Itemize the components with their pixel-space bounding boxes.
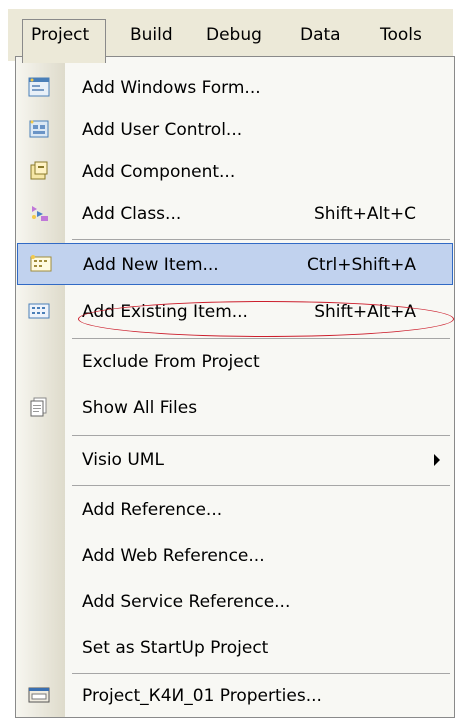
menu-item-label: Add Existing Item...: [82, 302, 248, 322]
windows-form-icon: [28, 77, 50, 97]
menu-item-set-as-startup-project[interactable]: Set as StartUp Project: [16, 627, 454, 669]
menu-debug[interactable]: Debug: [198, 21, 270, 49]
menu-item-label: Exclude From Project: [82, 352, 260, 372]
menu-item-label: Add Service Reference...: [82, 592, 291, 612]
menu-item-label: Add Class...: [82, 204, 182, 224]
menu-item-label: Add Windows Form...: [82, 78, 261, 98]
menu-item-shortcut: Ctrl+Shift+A: [306, 255, 416, 275]
user-control-icon: [28, 119, 50, 139]
class-icon: [28, 203, 50, 223]
menu-item-shortcut: Shift+Alt+C: [313, 204, 416, 224]
menu-item-add-class[interactable]: Add Class... Shift+Alt+C: [16, 193, 454, 235]
menu-item-label: Add User Control...: [82, 120, 243, 140]
menu-item-label: Add Reference...: [82, 500, 223, 520]
properties-icon: [28, 685, 50, 705]
menu-item-shortcut: Shift+Alt+A: [314, 302, 416, 322]
submenu-arrow-icon: [434, 454, 440, 466]
menu-item-add-existing-item[interactable]: Add Existing Item... Shift+Alt+A: [16, 291, 454, 333]
menu-item-project-properties[interactable]: Project_К4И_01 Properties...: [16, 675, 454, 717]
menu-item-add-reference[interactable]: Add Reference...: [16, 489, 454, 531]
menu-item-show-all-files[interactable]: Show All Files: [16, 387, 454, 429]
menu-bar: Project Build Debug Data Tools: [8, 8, 453, 63]
menu-item-add-component[interactable]: Add Component...: [16, 151, 454, 193]
screenshot-frame: Project Build Debug Data Tools Add Windo…: [0, 0, 455, 720]
menu-build[interactable]: Build: [122, 21, 181, 49]
project-menu-dropdown: Add Windows Form... Add User Control... …: [15, 56, 455, 718]
menu-item-add-service-reference[interactable]: Add Service Reference...: [16, 581, 454, 623]
menu-data[interactable]: Data: [292, 21, 349, 49]
menu-item-label: Set as StartUp Project: [82, 638, 269, 658]
menu-item-add-windows-form[interactable]: Add Windows Form...: [16, 67, 454, 109]
menu-separator: [72, 338, 450, 339]
menu-item-add-user-control[interactable]: Add User Control...: [16, 109, 454, 151]
menu-item-label: Add Component...: [82, 162, 236, 182]
menu-tools[interactable]: Tools: [372, 21, 430, 49]
menu-item-label: Add Web Reference...: [82, 546, 265, 566]
show-all-files-icon: [28, 397, 50, 417]
menu-separator: [72, 239, 450, 240]
menu-item-add-web-reference[interactable]: Add Web Reference...: [16, 535, 454, 577]
existing-item-icon: [28, 301, 50, 321]
menu-item-label: Visio UML: [82, 450, 164, 470]
menu-item-exclude-from-project[interactable]: Exclude From Project: [16, 341, 454, 383]
menu-item-label: Show All Files: [82, 398, 198, 418]
new-item-icon: [30, 254, 52, 274]
menu-item-add-new-item[interactable]: Add New Item... Ctrl+Shift+A: [17, 243, 453, 285]
menu-item-visio-uml[interactable]: Visio UML: [16, 439, 454, 481]
menu-project[interactable]: Project: [22, 19, 106, 63]
menu-separator: [72, 435, 450, 436]
component-icon: [28, 161, 50, 181]
menu-separator: [72, 673, 450, 674]
menu-item-label: Add New Item...: [83, 255, 219, 275]
menu-separator: [72, 485, 450, 486]
menu-item-label: Project_К4И_01 Properties...: [82, 686, 322, 706]
